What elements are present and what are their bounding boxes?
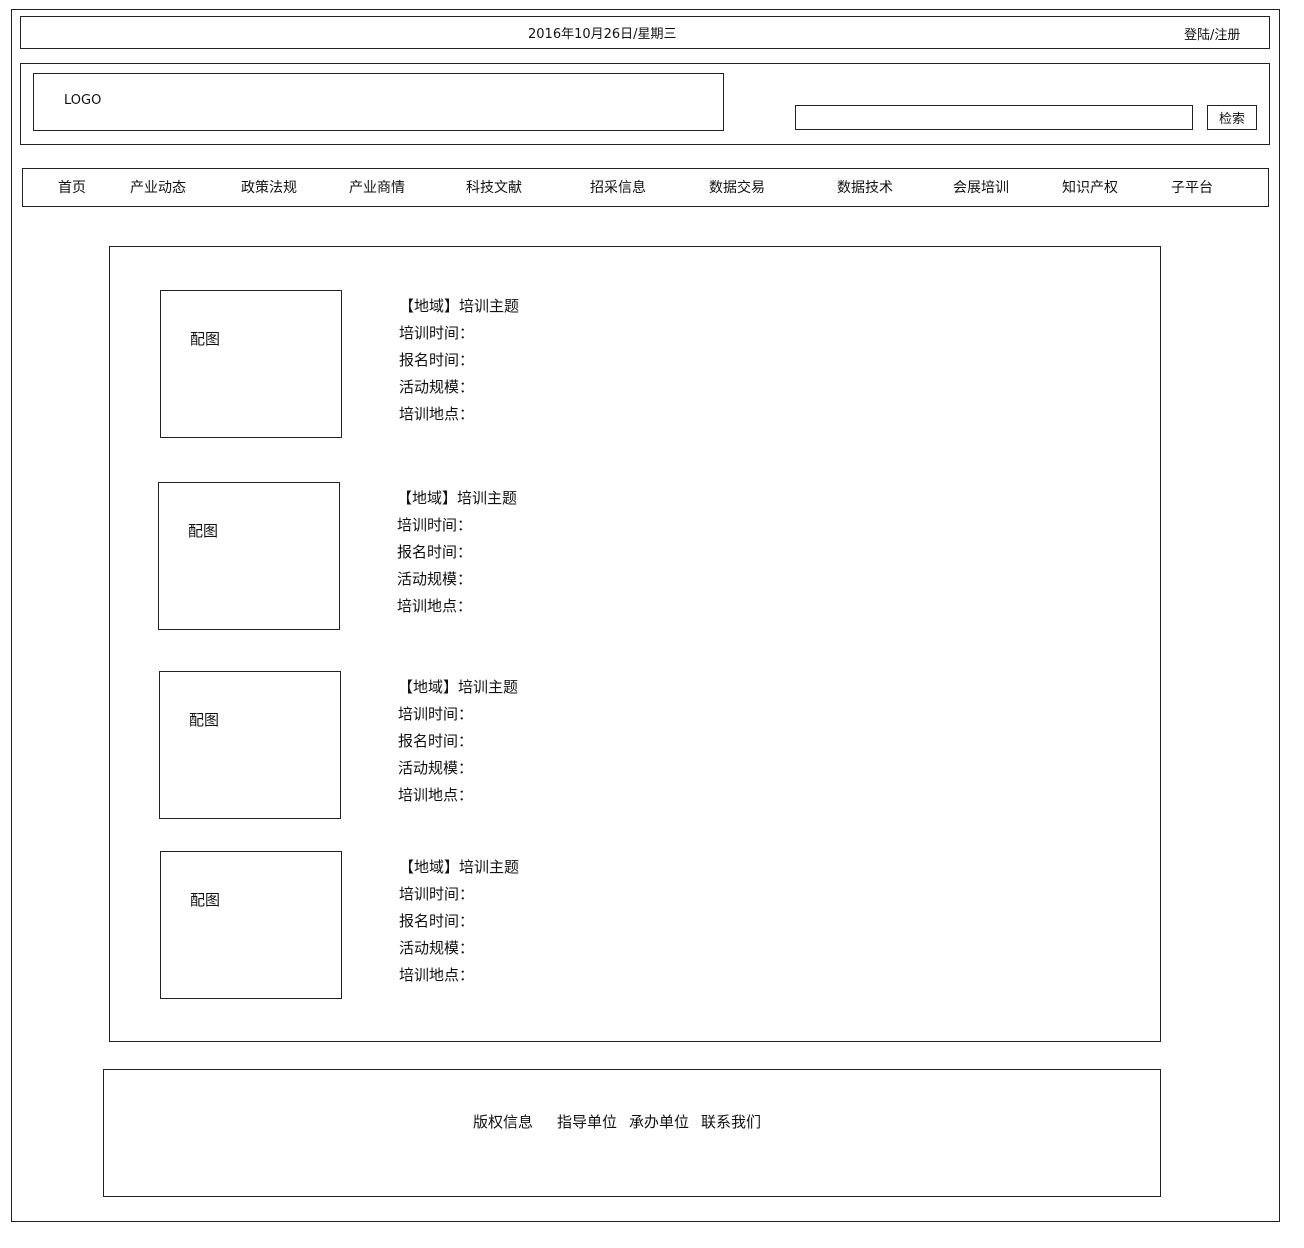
listing-region: 【地域】 (399, 297, 460, 315)
listing-title[interactable]: 【地域】培训主题 (399, 293, 519, 320)
listing-signup-label: 报名时间： (399, 912, 475, 930)
listing-info: 【地域】培训主题 培训时间： 报名时间： 活动规模： 培训地点： (399, 854, 519, 989)
listing-signup-label: 报名时间： (399, 351, 475, 369)
listing-location-label: 培训地点： (398, 786, 474, 804)
listing-region: 【地域】 (397, 489, 458, 507)
current-date: 2016年10月26日/星期三 (528, 27, 677, 42)
nav-item-data-trade[interactable]: 数据交易 (709, 177, 765, 197)
footer (103, 1069, 1161, 1197)
listing-image-label: 配图 (188, 522, 219, 540)
listing-region: 【地域】 (398, 678, 459, 696)
listing-title[interactable]: 【地域】培训主题 (399, 854, 519, 881)
nav-item-industry-news[interactable]: 产业动态 (130, 177, 186, 197)
listing-info: 【地域】培训主题 培训时间： 报名时间： 活动规模： 培训地点： (397, 485, 517, 620)
listing-location-label: 培训地点： (399, 966, 475, 984)
listing-signup-label: 报名时间： (397, 543, 473, 561)
listing-time-label: 培训时间： (398, 705, 474, 723)
listing-time-label: 培训时间： (399, 324, 475, 342)
nav-item-data-tech[interactable]: 数据技术 (837, 177, 893, 197)
nav-item-procurement[interactable]: 招采信息 (590, 177, 646, 197)
listing-region: 【地域】 (399, 858, 460, 876)
search-input[interactable] (795, 105, 1193, 130)
listing-image-label: 配图 (190, 330, 221, 348)
logo-area[interactable] (33, 73, 724, 131)
listing-scale-label: 活动规模： (399, 939, 475, 957)
listing-signup-label: 报名时间： (398, 732, 474, 750)
nav-item-policy[interactable]: 政策法规 (241, 177, 297, 197)
listing-info: 【地域】培训主题 培训时间： 报名时间： 活动规模： 培训地点： (399, 293, 519, 428)
logo: LOGO (64, 93, 102, 108)
nav-item-exhibition[interactable]: 会展培训 (953, 177, 1009, 197)
login-register-link[interactable]: 登陆/注册 (1184, 24, 1240, 43)
listing-info: 【地域】培训主题 培训时间： 报名时间： 活动规模： 培训地点： (398, 674, 518, 809)
footer-copyright-link[interactable]: 版权信息 (473, 1111, 533, 1132)
footer-organizer-link[interactable]: 承办单位 (629, 1111, 689, 1132)
nav-item-sub-platform[interactable]: 子平台 (1171, 177, 1213, 197)
nav-item-business[interactable]: 产业商情 (349, 177, 405, 197)
footer-guide-link[interactable]: 指导单位 (557, 1111, 617, 1132)
nav-item-ip[interactable]: 知识产权 (1062, 177, 1118, 197)
footer-contact-link[interactable]: 联系我们 (701, 1111, 761, 1132)
listing-scale-label: 活动规模： (398, 759, 474, 777)
listing-scale-label: 活动规模： (399, 378, 475, 396)
listing-topic: 培训主题 (459, 858, 520, 876)
listing-topic: 培训主题 (457, 489, 518, 507)
listing-title[interactable]: 【地域】培训主题 (397, 485, 517, 512)
listing-image-label: 配图 (190, 891, 221, 909)
listing-image[interactable] (160, 290, 342, 438)
listing-image[interactable] (158, 482, 340, 630)
listing-title[interactable]: 【地域】培训主题 (398, 674, 518, 701)
listing-location-label: 培训地点： (397, 597, 473, 615)
listing-image-label: 配图 (189, 711, 220, 729)
listing-scale-label: 活动规模： (397, 570, 473, 588)
listing-topic: 培训主题 (459, 297, 520, 315)
listing-time-label: 培训时间： (399, 885, 475, 903)
listing-topic: 培训主题 (458, 678, 519, 696)
listing-location-label: 培训地点： (399, 405, 475, 423)
listing-time-label: 培训时间： (397, 516, 473, 534)
nav-item-home[interactable]: 首页 (58, 177, 86, 197)
listing-image[interactable] (159, 671, 341, 819)
nav-item-literature[interactable]: 科技文献 (466, 177, 522, 197)
listing-image[interactable] (160, 851, 342, 999)
search-button[interactable]: 检索 (1207, 105, 1257, 130)
